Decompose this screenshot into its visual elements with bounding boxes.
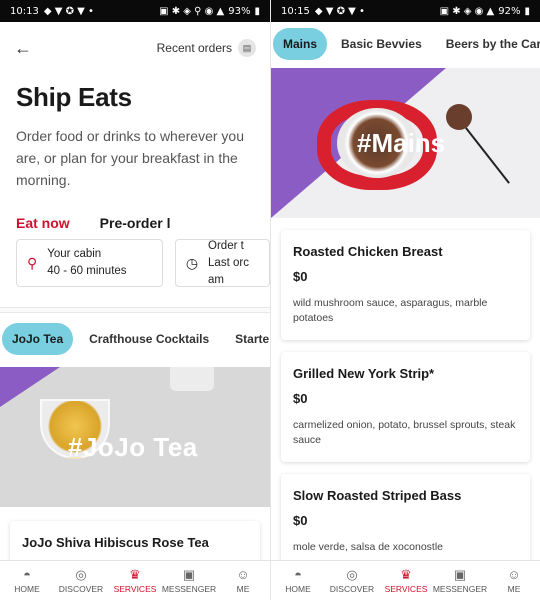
tab-mains[interactable]: Mains — [273, 28, 328, 60]
home-cloche-icon: ◓ — [23, 566, 31, 582]
item-name: JoJo Shiva Hibiscus Rose Tea — [22, 535, 209, 550]
mains-hero-image: #Mains — [271, 68, 540, 218]
battery-icon: ▮ — [524, 5, 530, 17]
menu-tabs: Mains Basic Bevvies Beers by the Car — [271, 22, 540, 60]
order-modes: Eat now Pre-order l — [0, 191, 270, 231]
profile-icon: ☺ — [236, 566, 250, 582]
last-order-time: am — [208, 273, 225, 286]
page-title: Ship Eats — [16, 82, 132, 112]
notification-icons: ◆ ▼ ✪ ▼ • — [43, 5, 94, 17]
hero-hashtag: #Mains — [357, 128, 446, 158]
nav-me-label: ME — [507, 583, 521, 594]
notification-icons: ◆ ▼ ✪ ▼ • — [314, 5, 365, 17]
system-icons: ▣ ✱ ◈ ⚲ ◉ ▲ — [159, 5, 225, 17]
nav-home[interactable]: ◓ HOME — [271, 566, 325, 594]
menu-tabs: JoJo Tea Crafthouse Cocktails Starte — [0, 313, 270, 355]
left-screen: 10:13 ◆ ▼ ✪ ▼ • ▣ ✱ ◈ ⚲ ◉ ▲ 93% ▮ ← Rece… — [0, 0, 270, 600]
nav-me-label: ME — [236, 583, 250, 594]
nav-home-label: HOME — [285, 583, 311, 594]
services-icon: ♛ — [400, 566, 412, 582]
item-description: wild mushroom sauce, asparagus, marble p… — [293, 297, 488, 324]
status-time: 10:15 — [281, 5, 310, 17]
location-pin-icon: ⚲ — [27, 254, 38, 271]
compass-icon: ◎ — [346, 566, 358, 582]
bottom-nav: ◓ HOME ◎ DISCOVER ♛ SERVICES ▣ MESSENGER ☺ ME — [271, 560, 540, 600]
nav-services-label: SERVICES — [384, 583, 428, 594]
page-description: Order food or drinks to wherever you are… — [16, 128, 244, 188]
delivery-options: ⚲ Your cabin 40 - 60 minutes ◷ Order t L… — [0, 231, 270, 287]
item-description: carmelized onion, potato, brussel sprout… — [293, 419, 516, 446]
order-time-label: Order t — [208, 239, 244, 252]
jojo-tea-hero-image: #JoJo Tea — [0, 367, 270, 507]
compass-icon: ◎ — [75, 566, 87, 582]
messenger-icon: ▣ — [453, 566, 467, 582]
battery-level: 93% — [228, 5, 251, 17]
item-name: Slow Roasted Striped Bass — [293, 488, 462, 503]
order-time-card[interactable]: ◷ Order t Last orc am — [174, 239, 270, 287]
status-bar: 10:15 ◆ ▼ ✪ ▼ • ▣ ✱ ◈ ◉ ▲ 92% ▮ — [271, 0, 540, 22]
battery-icon: ▮ — [254, 5, 260, 17]
nav-discover[interactable]: ◎ DISCOVER — [325, 566, 379, 594]
nav-home[interactable]: ◓ HOME — [0, 566, 54, 594]
profile-icon: ☺ — [507, 566, 521, 582]
nav-services[interactable]: ♛ SERVICES — [108, 566, 162, 594]
item-price: $0 — [293, 269, 308, 284]
messenger-icon: ▣ — [182, 566, 196, 582]
last-order-label: Last orc — [208, 256, 249, 269]
menu-item-card[interactable]: Roasted Chicken Breast $0 wild mushroom … — [281, 230, 530, 340]
cabin-time: 40 - 60 minutes — [47, 265, 127, 277]
nav-messenger[interactable]: ▣ MESSENGER — [432, 566, 488, 594]
services-icon: ♛ — [129, 566, 141, 582]
nav-me[interactable]: ☺ ME — [487, 566, 540, 594]
status-time: 10:13 — [10, 5, 39, 17]
nav-discover-label: DISCOVER — [329, 583, 375, 594]
recent-orders-button[interactable]: Recent orders ▤ — [157, 39, 256, 57]
glass-graphic — [170, 367, 214, 391]
nav-discover[interactable]: ◎ DISCOVER — [54, 566, 108, 594]
tab-basic-bevvies[interactable]: Basic Bevvies — [331, 28, 432, 60]
right-screen: 10:15 ◆ ▼ ✪ ▼ • ▣ ✱ ◈ ◉ ▲ 92% ▮ Mains Ba… — [270, 0, 540, 600]
nav-discover-label: DISCOVER — [58, 583, 104, 594]
home-cloche-icon: ◓ — [294, 566, 302, 582]
battery-level: 92% — [498, 5, 521, 17]
nav-messenger[interactable]: ▣ MESSENGER — [161, 566, 217, 594]
lollipop-stick — [465, 127, 510, 184]
nav-messenger-label: MESSENGER — [161, 583, 217, 594]
item-price: $0 — [293, 391, 308, 406]
nav-services[interactable]: ♛ SERVICES — [379, 566, 433, 594]
nav-me[interactable]: ☺ ME — [216, 566, 270, 594]
nav-messenger-label: MESSENGER — [432, 583, 488, 594]
your-cabin-card[interactable]: ⚲ Your cabin 40 - 60 minutes — [16, 239, 163, 287]
item-name: Roasted Chicken Breast — [293, 244, 443, 259]
back-arrow-icon[interactable]: ← — [14, 38, 32, 59]
lollipop-graphic — [446, 104, 472, 130]
recent-orders-label: Recent orders — [156, 41, 232, 55]
screens: 10:13 ◆ ▼ ✪ ▼ • ▣ ✱ ◈ ⚲ ◉ ▲ 93% ▮ ← Rece… — [0, 0, 540, 600]
tab-starters[interactable]: Starte — [225, 323, 270, 355]
pre-order-tab[interactable]: Pre-order l — [100, 215, 171, 231]
hero-hashtag: #JoJo Tea — [68, 432, 198, 462]
menu-item-card[interactable]: Grilled New York Strip* $0 carmelized on… — [281, 352, 530, 462]
cabin-label: Your cabin — [47, 248, 102, 260]
item-description: mole verde, salsa de xoconostle — [293, 541, 443, 553]
top-bar: ← Recent orders ▤ — [0, 22, 270, 74]
system-icons: ▣ ✱ ◈ ◉ ▲ — [439, 5, 495, 17]
bottom-nav: ◓ HOME ◎ DISCOVER ♛ SERVICES ▣ MESSENGER ☺ ME — [0, 560, 270, 600]
nav-services-label: SERVICES — [113, 583, 157, 594]
item-name: Grilled New York Strip* — [293, 366, 435, 381]
tab-crafthouse-cocktails[interactable]: Crafthouse Cocktails — [79, 323, 219, 355]
tab-jojo-tea[interactable]: JoJo Tea — [2, 323, 74, 355]
status-bar: 10:13 ◆ ▼ ✪ ▼ • ▣ ✱ ◈ ⚲ ◉ ▲ 93% ▮ — [0, 0, 270, 22]
receipt-icon: ▤ — [238, 39, 256, 57]
clock-icon: ◷ — [185, 254, 199, 271]
nav-home-label: HOME — [14, 583, 40, 594]
eat-now-tab[interactable]: Eat now — [16, 215, 70, 231]
item-price: $0 — [293, 513, 308, 528]
tab-beers[interactable]: Beers by the Car — [436, 28, 540, 60]
